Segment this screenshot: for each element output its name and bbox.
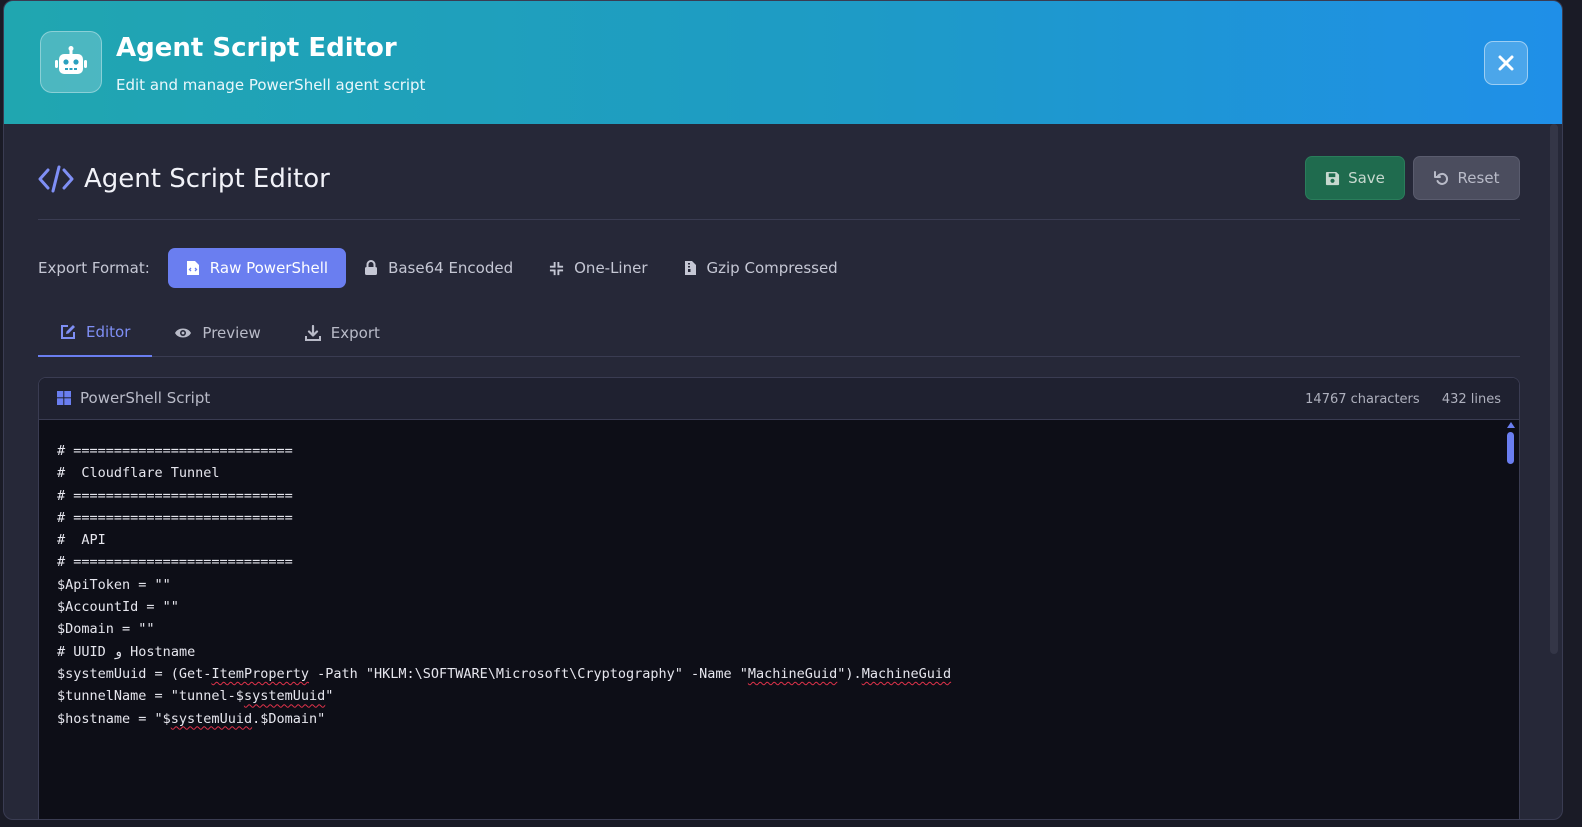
editor-toolbar: Agent Script Editor Save Reset <box>38 156 1520 220</box>
code-token: .$Domain" <box>252 710 326 727</box>
tab-editor-label: Editor <box>86 323 131 341</box>
code-token: -Path "HKLM:\SOFTWARE\Microsoft\Cryptogr… <box>308 665 748 682</box>
modal-header: Agent Script Editor Edit and manage Powe… <box>4 1 1562 124</box>
file-zip-icon <box>684 261 696 275</box>
save-button[interactable]: Save <box>1305 156 1405 200</box>
tab-editor[interactable]: Editor <box>38 309 153 357</box>
floppy-disk-icon <box>1326 171 1340 185</box>
script-textarea[interactable]: # =========================== # Cloudflar… <box>39 420 1501 819</box>
code-line: $AccountId = "" <box>57 599 179 616</box>
code-line: $systemUuid = (Get-ItemProperty -Path "H… <box>57 663 1483 685</box>
modal-subtitle: Edit and manage PowerShell agent script <box>116 76 426 94</box>
code-line: $hostname = "$systemUuid.$Domain" <box>57 708 1483 730</box>
editor-panel-title: PowerShell Script <box>80 389 211 407</box>
format-label-raw: Raw PowerShell <box>209 259 329 277</box>
tab-preview[interactable]: Preview <box>152 309 282 357</box>
scroll-thumb[interactable] <box>1507 432 1514 464</box>
code-line: # =========================== <box>57 509 293 526</box>
editor-scrollbar[interactable] <box>1505 420 1517 819</box>
format-base64[interactable]: Base64 Encoded <box>346 248 531 288</box>
code-line: $ApiToken = "" <box>57 576 171 593</box>
export-format-label: Export Format: <box>38 259 150 277</box>
spellcheck-token: systemUuid <box>243 688 326 705</box>
code-line: # UUID و Hostname <box>57 643 196 660</box>
eye-icon <box>175 328 192 338</box>
format-label-one-liner: One-Liner <box>574 259 648 277</box>
format-gzip[interactable]: Gzip Compressed <box>666 248 856 288</box>
compress-icon <box>550 261 564 275</box>
code-line: $Domain = "" <box>57 621 155 638</box>
download-icon <box>304 325 321 341</box>
file-code-icon <box>186 261 199 275</box>
save-label: Save <box>1348 169 1385 187</box>
code-line: # =========================== <box>57 554 293 571</box>
modal-scrollbar[interactable] <box>1550 124 1558 654</box>
code-token: "). <box>837 665 862 682</box>
modal-title: Agent Script Editor <box>116 33 397 63</box>
windows-icon <box>57 391 71 405</box>
scroll-up-arrow[interactable] <box>1507 422 1515 428</box>
code-line: # =========================== <box>57 487 293 504</box>
line-count: 432 lines <box>1441 392 1501 407</box>
code-token: $tunnelName = "tunnel-$ <box>57 688 244 705</box>
spellcheck-token: MachineGuid <box>861 665 952 682</box>
spellcheck-token: systemUuid <box>170 710 253 727</box>
script-editor-panel: PowerShell Script 14767 characters 432 l… <box>38 377 1520 819</box>
reset-label: Reset <box>1457 169 1500 187</box>
close-button[interactable] <box>1484 41 1528 85</box>
page-title: Agent Script Editor <box>84 164 330 194</box>
code-line: # Cloudflare Tunnel <box>57 465 220 482</box>
spellcheck-token: ItemProperty <box>211 665 309 682</box>
editor-stats: 14767 characters 432 lines <box>1287 392 1501 407</box>
tab-export[interactable]: Export <box>283 309 402 357</box>
close-icon <box>1498 55 1514 71</box>
spellcheck-token: MachineGuid <box>747 665 838 682</box>
reset-button[interactable]: Reset <box>1413 156 1520 200</box>
export-format-selector: Export Format: Raw PowerShell Base64 Enc… <box>38 248 856 288</box>
code-line: # API <box>57 532 106 549</box>
robot-icon <box>40 31 102 93</box>
code-line: $tunnelName = "tunnel-$systemUuid" <box>57 685 1483 707</box>
tab-export-label: Export <box>330 324 380 342</box>
code-token: $systemUuid = (Get- <box>57 665 212 682</box>
format-label-gzip: Gzip Compressed <box>706 259 838 277</box>
edit-icon <box>61 325 75 339</box>
character-count: 14767 characters <box>1305 392 1420 407</box>
code-line: # =========================== <box>57 443 293 459</box>
format-label-base64: Base64 Encoded <box>388 259 514 277</box>
tab-preview-label: Preview <box>202 324 261 342</box>
script-editor-modal: Agent Script Editor Edit and manage Powe… <box>3 0 1563 820</box>
format-raw-powershell[interactable]: Raw PowerShell <box>167 248 347 288</box>
editor-tabs: Editor Preview Export <box>38 309 1520 357</box>
editor-panel-header: PowerShell Script 14767 characters 432 l… <box>39 378 1519 420</box>
code-token: " <box>325 688 334 705</box>
format-one-liner[interactable]: One-Liner <box>531 248 665 288</box>
lock-icon <box>365 260 378 275</box>
undo-icon <box>1433 171 1448 185</box>
code-icon <box>38 165 74 193</box>
code-token: $hostname = "$ <box>57 710 171 727</box>
